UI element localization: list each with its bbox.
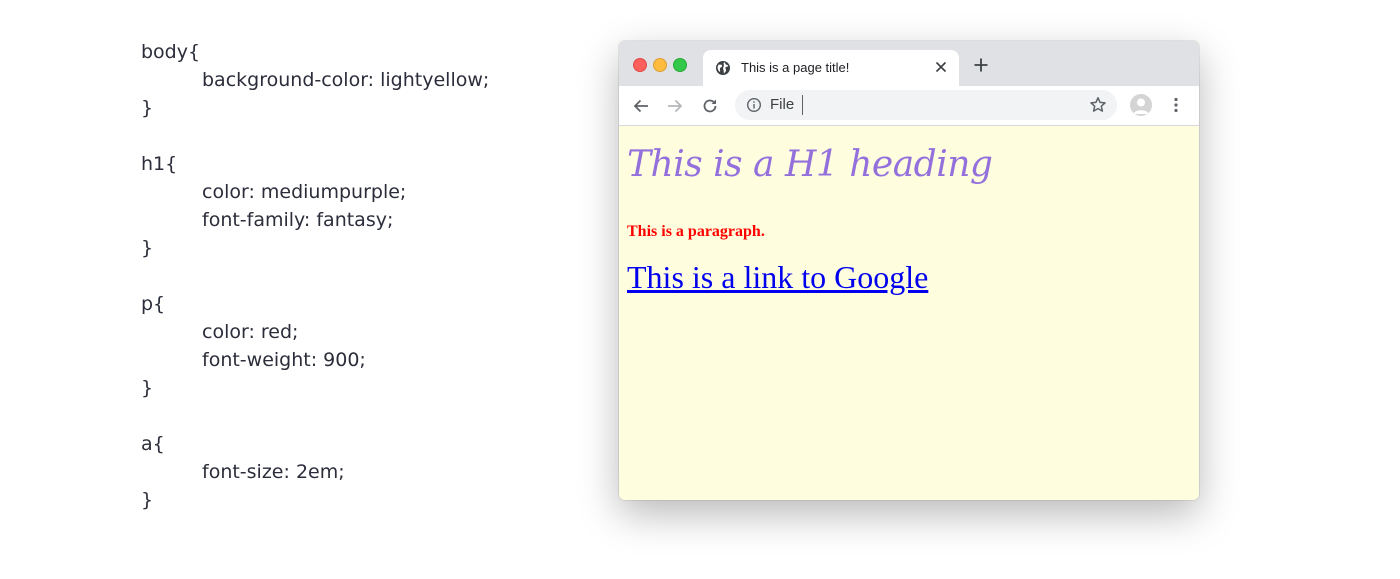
- window-minimize-button[interactable]: [653, 58, 667, 72]
- avatar-icon[interactable]: [1130, 94, 1152, 116]
- code-line: body{: [141, 41, 201, 63]
- code-line: h1{: [141, 153, 178, 175]
- code-line: font-weight: 900;: [202, 349, 366, 371]
- star-icon[interactable]: [1089, 96, 1107, 114]
- code-line: p{: [141, 293, 166, 315]
- page-paragraph: This is a paragraph.: [627, 223, 765, 240]
- browser-toolbar: File: [619, 86, 1199, 126]
- back-arrow-icon[interactable]: [632, 97, 650, 115]
- code-line: }: [141, 489, 154, 511]
- code-line: }: [141, 237, 154, 259]
- browser-tab[interactable]: This is a page title!: [703, 50, 959, 86]
- google-link[interactable]: This is a link to Google: [627, 259, 928, 296]
- code-line: color: mediumpurple;: [202, 181, 407, 203]
- forward-arrow-icon[interactable]: [666, 97, 684, 115]
- address-text: File: [770, 96, 795, 113]
- code-line: background-color: lightyellow;: [202, 69, 490, 91]
- close-icon[interactable]: [933, 59, 949, 75]
- css-code-block: body{ background-color: lightyellow; } h…: [141, 38, 489, 514]
- code-line: }: [141, 377, 154, 399]
- code-line: }: [141, 97, 154, 119]
- code-line: color: red;: [202, 321, 299, 343]
- person-icon: [1133, 98, 1149, 114]
- plus-icon[interactable]: [973, 57, 989, 73]
- browser-window: This is a page title! File This is a H1 …: [619, 41, 1199, 500]
- window-close-button[interactable]: [633, 58, 647, 72]
- kebab-menu-icon[interactable]: [1167, 96, 1185, 114]
- page-viewport: This is a H1 heading This is a paragraph…: [619, 126, 1199, 500]
- code-line: font-family: fantasy;: [202, 209, 394, 231]
- info-icon[interactable]: [746, 97, 762, 113]
- globe-icon: [716, 61, 730, 75]
- text-cursor: [802, 95, 803, 115]
- tab-strip: This is a page title!: [619, 41, 1199, 86]
- reload-icon[interactable]: [701, 97, 719, 115]
- tab-title: This is a page title!: [741, 60, 850, 75]
- code-line: font-size: 2em;: [202, 461, 345, 483]
- window-maximize-button[interactable]: [673, 58, 687, 72]
- page-heading: This is a H1 heading: [627, 144, 993, 185]
- address-bar[interactable]: File: [735, 90, 1117, 120]
- code-line: a{: [141, 433, 165, 455]
